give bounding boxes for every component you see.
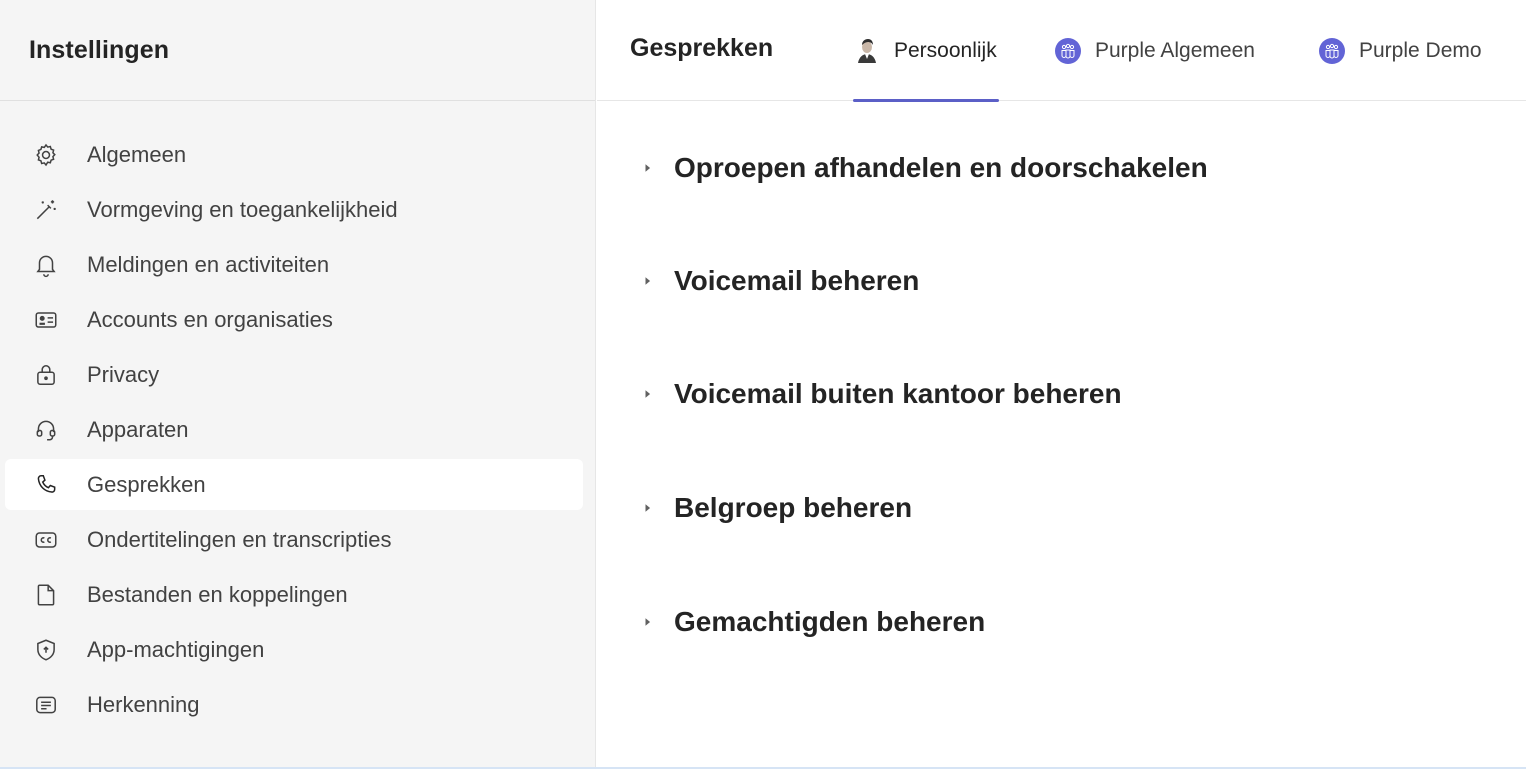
section-voicemail-buiten-kantoor[interactable]: Voicemail buiten kantoor beheren (643, 378, 1122, 410)
sidebar-item-label: App-machtigingen (87, 636, 265, 662)
sidebar-item-ondertitelingen[interactable]: Ondertitelingen en transcripties (5, 514, 583, 565)
sidebar-item-label: Accounts en organisaties (87, 306, 333, 332)
settings-nav: Algemeen Vormgeving en toegankelijkheid … (5, 129, 583, 734)
sidebar-item-label: Herkenning (87, 691, 200, 717)
page-title: Gesprekken (630, 34, 774, 62)
sidebar-item-vormgeving[interactable]: Vormgeving en toegankelijkheid (5, 184, 583, 235)
sidebar-item-label: Algemeen (87, 141, 187, 167)
section-gemachtigden[interactable]: Gemachtigden beheren (643, 606, 985, 638)
caret-right-icon (643, 616, 655, 628)
contact-card-icon (32, 306, 60, 334)
header-bar: Gesprekken Persoonlijk Purple Algemeen P… (597, 0, 1526, 102)
sidebar-item-privacy[interactable]: Privacy (5, 349, 583, 400)
tab-purple-algemeen[interactable]: Purple Algemeen (1054, 0, 1255, 101)
sidebar-item-accounts[interactable]: Accounts en organisaties (5, 294, 583, 345)
sidebar-title: Instellingen (29, 35, 170, 64)
shield-icon (32, 636, 60, 664)
main-panel: Gesprekken Persoonlijk Purple Algemeen P… (597, 0, 1526, 769)
section-title: Oproepen afhandelen en doorschakelen (674, 152, 1208, 183)
section-title: Voicemail buiten kantoor beheren (674, 378, 1122, 409)
person-avatar-icon (853, 37, 881, 65)
sidebar-item-herkenning[interactable]: Herkenning (5, 679, 583, 730)
section-title: Voicemail beheren (674, 265, 920, 296)
sidebar-item-label: Ondertitelingen en transcripties (87, 526, 392, 552)
headset-icon (32, 416, 60, 444)
sidebar-item-app-machtigingen[interactable]: App-machtigingen (5, 624, 583, 675)
sidebar-item-algemeen[interactable]: Algemeen (5, 129, 583, 180)
caret-right-icon (643, 275, 655, 287)
tab-label: Purple Demo (1359, 38, 1482, 62)
sidebar-item-apparaten[interactable]: Apparaten (5, 404, 583, 455)
magic-wand-icon (32, 196, 60, 224)
section-oproepen[interactable]: Oproepen afhandelen en doorschakelen (643, 152, 1208, 184)
bell-icon (32, 251, 60, 279)
tab-purple-demo[interactable]: Purple Demo (1318, 0, 1482, 101)
sidebar-item-label: Vormgeving en toegankelijkheid (87, 196, 398, 222)
tab-label: Persoonlijk (894, 38, 997, 62)
section-title: Belgroep beheren (674, 492, 913, 523)
section-belgroep[interactable]: Belgroep beheren (643, 492, 912, 524)
lock-icon (32, 361, 60, 389)
caret-right-icon (643, 502, 655, 514)
text-box-icon (32, 691, 60, 719)
sidebar-header: Instellingen (0, 0, 595, 101)
settings-sidebar: Instellingen Algemeen Vormgeving en toeg… (0, 0, 596, 769)
phone-icon (32, 471, 60, 499)
closed-caption-icon (32, 526, 60, 554)
tab-persoonlijk[interactable]: Persoonlijk (853, 0, 999, 102)
sidebar-item-meldingen[interactable]: Meldingen en activiteiten (5, 239, 583, 290)
tab-label: Purple Algemeen (1095, 38, 1255, 62)
caret-right-icon (643, 388, 655, 400)
sidebar-item-label: Meldingen en activiteiten (87, 251, 330, 277)
sidebar-item-label: Privacy (87, 361, 160, 387)
caret-right-icon (643, 162, 655, 174)
document-icon (32, 581, 60, 609)
section-voicemail[interactable]: Voicemail beheren (643, 265, 919, 297)
sidebar-item-label: Gesprekken (87, 471, 206, 497)
team-icon (1054, 37, 1082, 65)
team-icon (1318, 37, 1346, 65)
sidebar-item-bestanden[interactable]: Bestanden en koppelingen (5, 569, 583, 620)
gear-icon (32, 141, 60, 169)
sidebar-item-gesprekken[interactable]: Gesprekken (5, 459, 583, 510)
sidebar-item-label: Apparaten (87, 416, 189, 442)
sidebar-item-label: Bestanden en koppelingen (87, 581, 348, 607)
section-title: Gemachtigden beheren (674, 606, 986, 637)
